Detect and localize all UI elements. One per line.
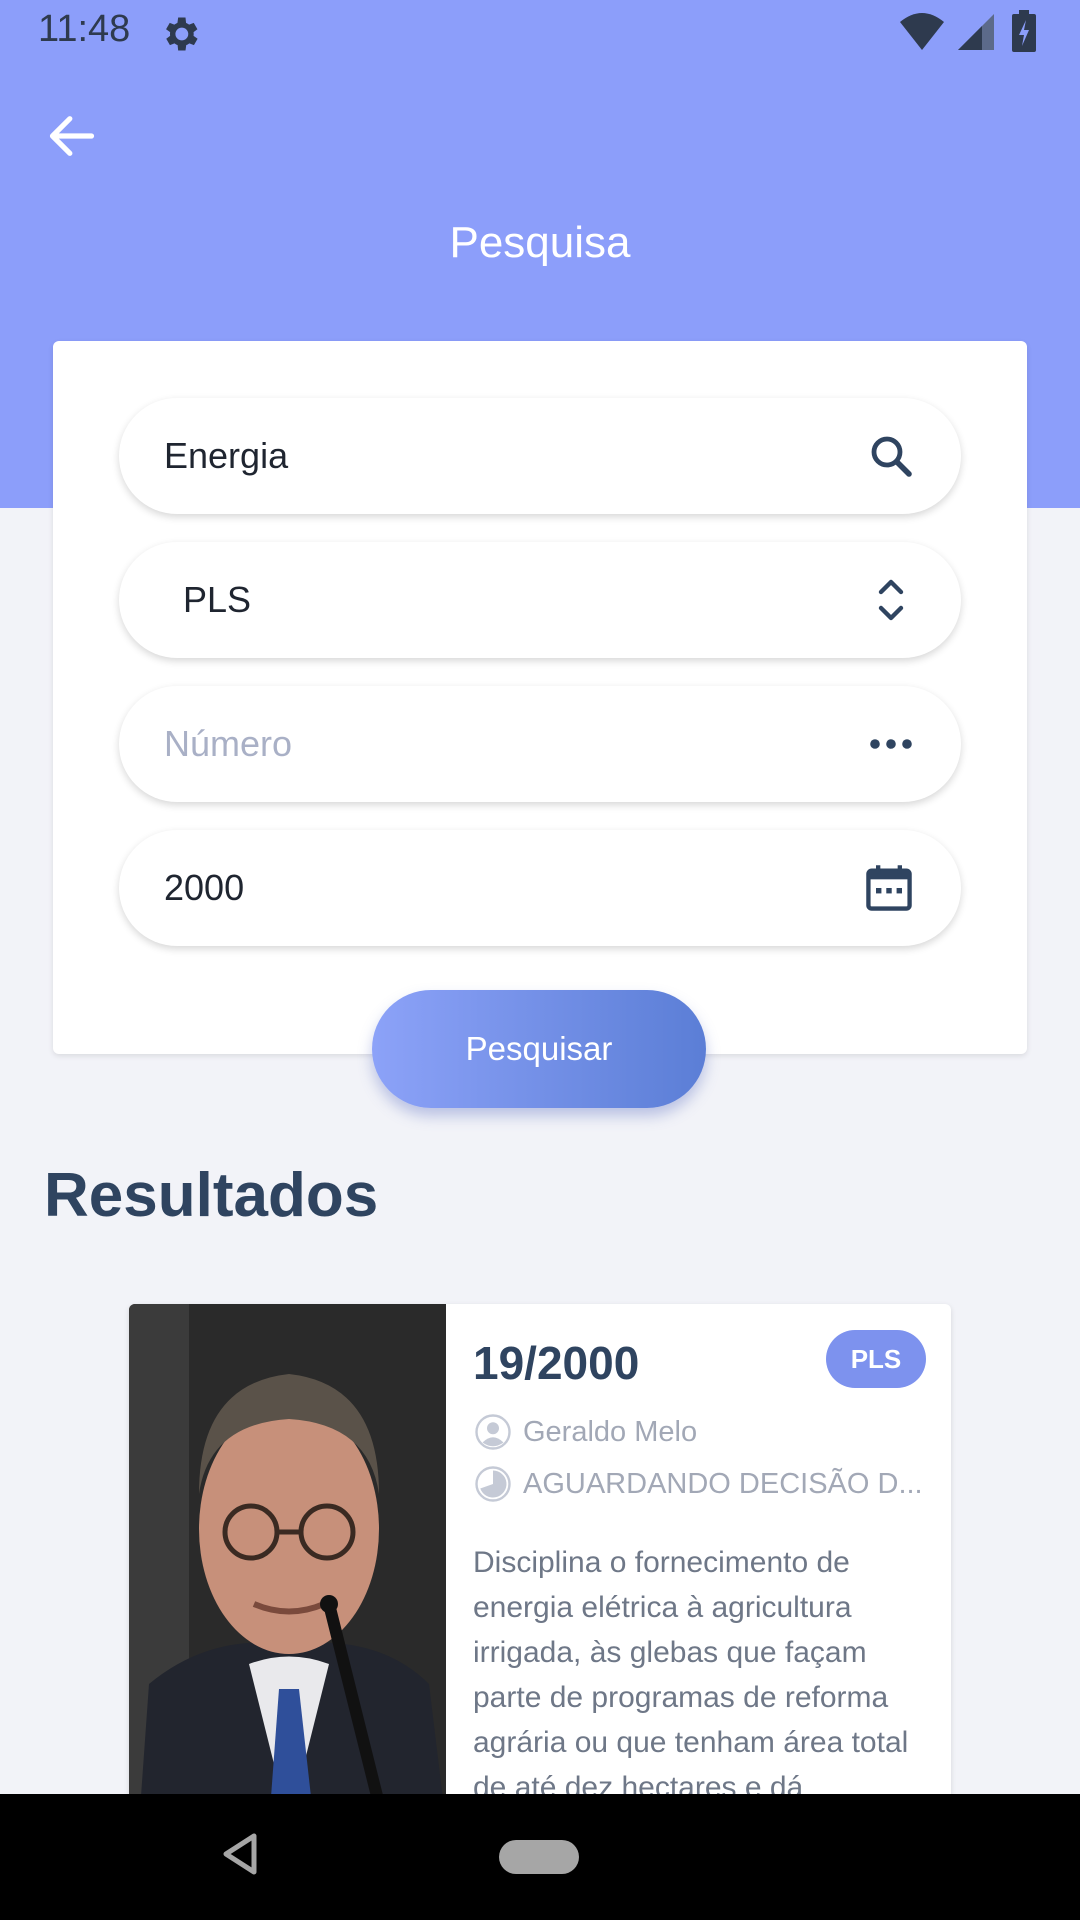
search-icon[interactable]: [867, 432, 915, 480]
year-input[interactable]: 2000: [164, 830, 244, 946]
clock-icon: [475, 1466, 511, 1502]
system-nav-bar: [0, 1794, 1080, 1920]
status-time: 11:48: [38, 8, 131, 50]
back-arrow-icon[interactable]: [46, 110, 98, 162]
search-form-card: Energia PLS Número 2000: [53, 341, 1027, 1054]
number-field[interactable]: Número: [119, 686, 961, 802]
status-bar: 11:48: [0, 0, 1080, 66]
select-chevrons-icon: [878, 579, 904, 621]
keyword-field[interactable]: Energia: [119, 398, 961, 514]
nav-home-icon[interactable]: [499, 1840, 579, 1874]
result-card[interactable]: 19/2000 PLS Geraldo Melo AGUARDANDO DECI…: [129, 1304, 951, 1824]
search-button[interactable]: Pesquisar: [372, 990, 706, 1108]
type-badge: PLS: [826, 1330, 926, 1388]
status-text: AGUARDANDO DECISÃO D...: [523, 1468, 923, 1500]
calendar-icon[interactable]: [863, 862, 915, 914]
nav-back-icon[interactable]: [220, 1832, 260, 1876]
result-description: Disciplina o fornecimento de energia elé…: [473, 1546, 909, 1804]
result-number: 19/2000: [473, 1337, 640, 1389]
settings-icon: [166, 17, 198, 51]
wifi-icon: [900, 13, 944, 50]
more-dots-icon[interactable]: [867, 720, 915, 768]
author-name: Geraldo Melo: [523, 1416, 698, 1448]
person-icon: [475, 1414, 511, 1450]
type-select[interactable]: PLS: [119, 542, 961, 658]
signal-icon: [958, 14, 994, 50]
year-field[interactable]: 2000: [119, 830, 961, 946]
number-input-placeholder[interactable]: Número: [164, 686, 292, 802]
page-title: Pesquisa: [449, 218, 631, 267]
battery-icon: [1012, 10, 1036, 52]
author-photo: [129, 1304, 446, 1824]
results-heading: Resultados: [44, 1161, 379, 1230]
keyword-input[interactable]: Energia: [164, 398, 288, 514]
type-select-value: PLS: [183, 579, 252, 620]
